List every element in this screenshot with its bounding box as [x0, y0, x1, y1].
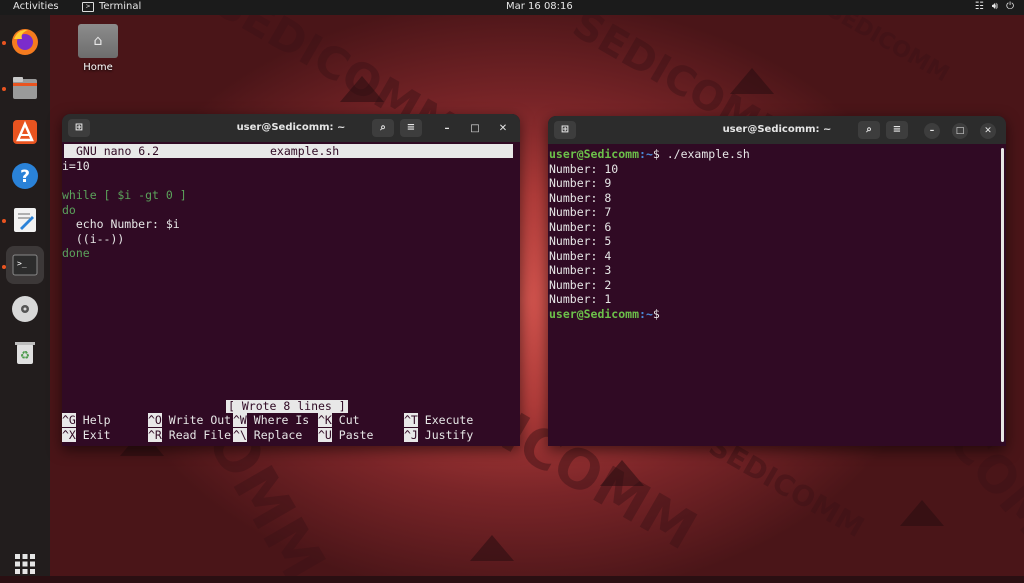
code-line: echo Number: $i — [62, 217, 180, 231]
help-icon: ? — [12, 163, 38, 189]
output-line: Number: 9 — [549, 176, 612, 190]
command-text: ./example.sh — [659, 147, 750, 161]
menu-button[interactable]: ≡ — [886, 121, 908, 139]
maximize-button[interactable]: □ — [468, 122, 482, 136]
disc-launcher[interactable] — [6, 290, 44, 328]
firefox-icon — [12, 29, 38, 55]
trash-launcher[interactable]: ♻ — [6, 333, 44, 371]
help-launcher[interactable]: ? — [6, 157, 44, 195]
terminal-scrollbar[interactable] — [1001, 148, 1004, 442]
app-center-icon — [13, 120, 37, 144]
nano-version: GNU nano 6.2 — [76, 144, 160, 158]
text-editor-icon — [14, 208, 36, 232]
output-line: Number: 2 — [549, 277, 612, 292]
prompt-user: user@Sedicomm — [549, 147, 640, 161]
output-terminal-window[interactable]: ⊞ user@Sedicomm: ~ ⌕ ≡ – □ ✕ user@Sedico… — [548, 116, 1006, 446]
search-button[interactable]: ⌕ — [372, 119, 394, 137]
shortcut-paste[interactable]: ^U Paste — [318, 427, 373, 443]
output-line: Number: 6 — [549, 219, 612, 234]
nano-shortcut-bar: ^G Help ^O Write Out ^W Where Is ^K Cut … — [62, 413, 520, 442]
prompt-path: :~ — [639, 147, 653, 161]
shortcut-exit[interactable]: ^X Exit — [62, 427, 111, 443]
maximize-button[interactable]: □ — [952, 123, 968, 139]
show-apps-icon — [15, 554, 35, 574]
search-button[interactable]: ⌕ — [858, 121, 880, 139]
terminal-launcher[interactable]: >_ — [6, 246, 44, 284]
watermark-text: SEDICOMM — [703, 428, 870, 545]
show-apps-button[interactable] — [6, 545, 44, 583]
dock: ? >_ ♻ — [0, 15, 50, 576]
code-line: while [ $i -gt 0 ] — [62, 188, 187, 202]
power-icon: ⏻ — [1006, 1, 1014, 12]
svg-text:>_: >_ — [17, 259, 27, 268]
files-icon — [13, 77, 37, 99]
shortcut-read-file[interactable]: ^R Read File — [148, 427, 231, 443]
volume-icon: 🔊︎ — [991, 1, 999, 12]
close-button[interactable]: ✕ — [980, 123, 996, 139]
firefox-launcher[interactable] — [6, 23, 44, 61]
output-line: Number: 8 — [549, 190, 612, 205]
nano-code[interactable]: i=10 while [ $i -gt 0 ] do echo Number: … — [62, 159, 187, 261]
home-folder-icon: ⌂ — [78, 24, 118, 58]
shortcut-justify[interactable]: ^J Justify — [404, 427, 473, 443]
shortcut-replace[interactable]: ^\ Replace — [233, 427, 302, 443]
svg-text:?: ? — [20, 167, 30, 187]
nano-editor-area[interactable]: GNU nano 6.2 example.sh i=10 while [ $i -… — [62, 142, 520, 446]
terminal-output[interactable]: user@Sedicomm:~$ ./example.sh Number: 10… — [549, 147, 750, 321]
close-button[interactable]: ✕ — [496, 122, 510, 136]
output-window-titlebar[interactable]: ⊞ user@Sedicomm: ~ ⌕ ≡ – □ ✕ — [548, 116, 1006, 144]
disc-icon — [12, 296, 38, 322]
app-center-launcher[interactable] — [6, 113, 44, 151]
nano-status-message: [ Wrote 8 lines ] — [226, 399, 348, 413]
terminal-small-icon: > — [82, 1, 94, 12]
code-line: ((i--)) — [62, 231, 125, 246]
clock[interactable]: Mar 16 08:16 — [506, 1, 573, 12]
minimize-button[interactable]: – — [924, 123, 940, 139]
output-line: Number: 1 — [549, 292, 612, 306]
prompt-symbol: $ — [652, 147, 660, 161]
app-menu[interactable]: > Terminal — [82, 1, 141, 12]
nano-filename: example.sh — [270, 144, 340, 158]
code-line: i=10 — [62, 159, 90, 173]
home-label: Home — [83, 62, 113, 73]
terminal-icon: >_ — [12, 254, 38, 276]
app-menu-label: Terminal — [99, 1, 142, 12]
nano-terminal-window[interactable]: ⊞ user@Sedicomm: ~ ⌕ ≡ – □ ✕ GNU nano 6.… — [62, 114, 520, 446]
shortcut-help[interactable]: ^G Help — [62, 413, 111, 428]
network-icon: ☷ — [974, 1, 984, 12]
shortcut-where-is[interactable]: ^W Where Is — [233, 413, 309, 428]
output-line: Number: 7 — [549, 205, 612, 219]
trash-icon: ♻ — [15, 342, 35, 364]
output-line: Number: 3 — [549, 263, 612, 277]
nano-window-titlebar[interactable]: ⊞ user@Sedicomm: ~ ⌕ ≡ – □ ✕ — [62, 114, 520, 142]
files-launcher[interactable] — [6, 69, 44, 107]
shortcut-execute[interactable]: ^T Execute — [404, 413, 473, 428]
svg-text:♻: ♻ — [20, 349, 30, 362]
code-line: do — [62, 202, 76, 217]
prompt-symbol: $ — [652, 306, 660, 321]
text-editor-launcher[interactable] — [6, 201, 44, 239]
top-bar: Activities > Terminal Mar 16 08:16 ☷ 🔊︎ … — [0, 0, 1024, 15]
prompt-user: user@Sedicomm — [549, 306, 640, 321]
output-line: Number: 10 — [549, 161, 619, 176]
shortcut-cut[interactable]: ^K Cut — [318, 413, 360, 428]
prompt-path: :~ — [639, 306, 653, 321]
output-line: Number: 5 — [549, 234, 612, 248]
output-line: Number: 4 — [549, 248, 612, 263]
minimize-button[interactable]: – — [440, 122, 454, 136]
desktop-home-folder[interactable]: ⌂ Home — [76, 24, 120, 73]
activities-button[interactable]: Activities — [13, 1, 59, 12]
code-line: done — [62, 246, 90, 260]
nano-header-bar: GNU nano 6.2 example.sh — [64, 144, 513, 158]
system-menu[interactable]: ☷ 🔊︎ ⏻ — [975, 1, 1014, 12]
menu-button[interactable]: ≡ — [400, 119, 422, 137]
shortcut-write-out[interactable]: ^O Write Out — [148, 413, 231, 428]
